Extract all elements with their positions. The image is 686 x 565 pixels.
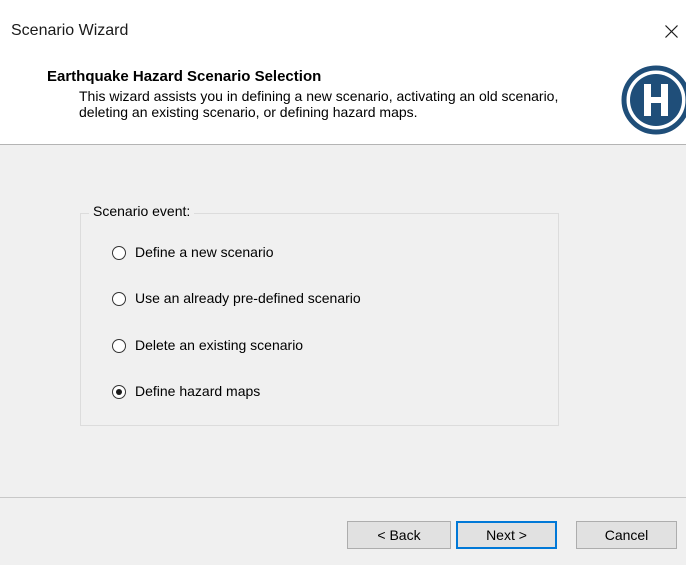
next-button[interactable]: Next > [456,521,557,549]
close-button[interactable] [656,14,686,48]
back-button[interactable]: < Back [347,521,451,549]
header-description: This wizard assists you in defining a ne… [79,88,559,120]
wizard-header: Earthquake Hazard Scenario Selection Thi… [0,60,686,144]
radio-button-icon [112,246,126,260]
scenario-event-label: Scenario event: [89,203,195,219]
radio-selected-dot [116,389,122,395]
title-bar: Scenario Wizard [0,0,686,60]
header-title: Earthquake Hazard Scenario Selection [47,68,322,85]
hazus-logo-icon [620,64,686,136]
radio-button-selected-icon [112,385,126,399]
radio-label: Use an already pre-defined scenario [135,290,361,306]
cancel-button[interactable]: Cancel [576,521,677,549]
close-icon [665,25,678,38]
radio-label: Define a new scenario [135,244,274,260]
radio-label: Delete an existing scenario [135,337,304,353]
wizard-footer: < Back Next > Cancel [0,498,686,565]
wizard-body: Scenario event: Define a new scenario Us… [0,145,686,497]
scenario-wizard-window: Scenario Wizard Earthquake Hazard Scenar… [0,0,686,565]
radio-button-icon [112,339,126,353]
window-title: Scenario Wizard [11,22,129,39]
radio-label: Define hazard maps [135,383,261,399]
radio-button-icon [112,292,126,306]
